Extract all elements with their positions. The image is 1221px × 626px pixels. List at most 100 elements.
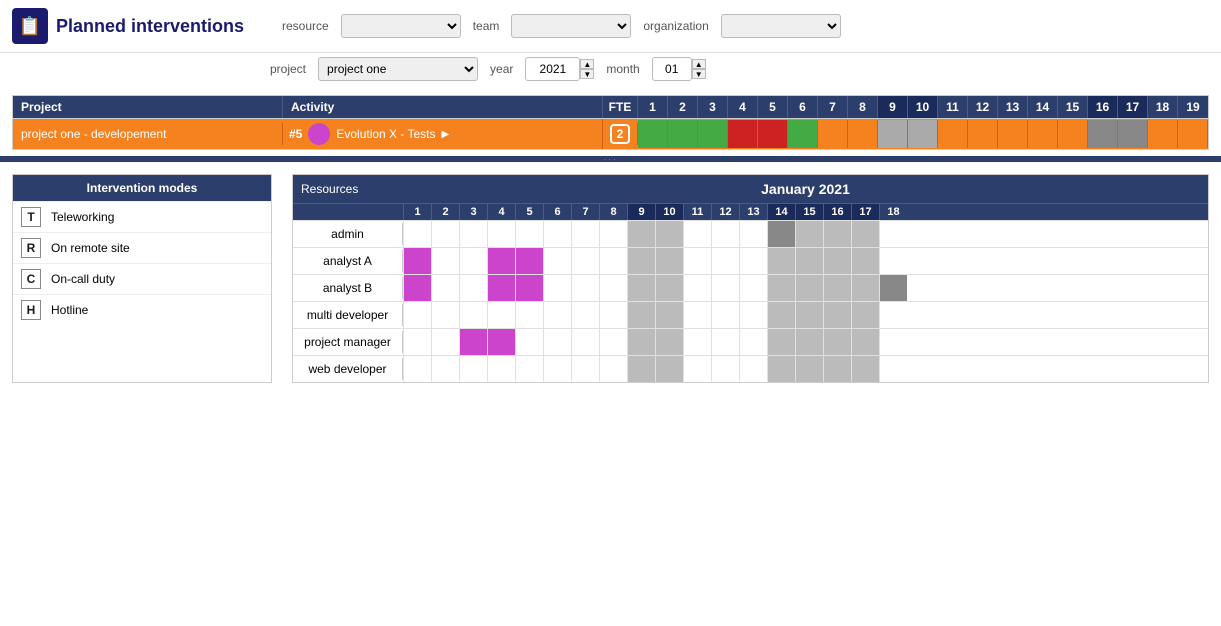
gantt-day-1: 1 bbox=[638, 96, 668, 118]
organization-select[interactable] bbox=[721, 14, 841, 38]
gantt-day-16: 16 bbox=[1088, 96, 1118, 118]
year-input-group: ▲ ▼ bbox=[525, 57, 594, 81]
top-header: 📋 Planned interventions resource team or… bbox=[0, 0, 1221, 53]
res-day-5: 5 bbox=[515, 204, 543, 220]
resources-col-label: Resources bbox=[293, 176, 403, 202]
res-cell-wd-1 bbox=[403, 356, 431, 382]
res-cell-wd-10 bbox=[655, 356, 683, 382]
section-divider[interactable]: ··· bbox=[0, 156, 1221, 162]
resources-days-header: 1 2 3 4 5 6 7 8 9 10 11 12 13 14 15 16 1… bbox=[293, 203, 1208, 220]
res-cell-B-12 bbox=[711, 275, 739, 301]
res-cell-admin-1 bbox=[403, 221, 431, 247]
res-cell-A-9 bbox=[627, 248, 655, 274]
res-cell-md-14 bbox=[767, 302, 795, 328]
res-cell-pm-10 bbox=[655, 329, 683, 355]
res-cell-md-12 bbox=[711, 302, 739, 328]
res-cell-A-16 bbox=[823, 248, 851, 274]
res-cell-B-10 bbox=[655, 275, 683, 301]
resources-month-header: Resources January 2021 bbox=[293, 175, 1208, 203]
res-cell-wd-16 bbox=[823, 356, 851, 382]
resource-select[interactable] bbox=[341, 14, 461, 38]
res-day-3: 3 bbox=[459, 204, 487, 220]
res-day-18: 18 bbox=[879, 204, 907, 220]
res-cell-md-9 bbox=[627, 302, 655, 328]
res-cell-B-1 bbox=[403, 275, 431, 301]
year-up-button[interactable]: ▲ bbox=[580, 59, 594, 69]
res-cell-admin-9 bbox=[627, 221, 655, 247]
res-row-multidev: multi developer bbox=[293, 301, 1208, 328]
res-cell-B-5 bbox=[515, 275, 543, 301]
res-cell-wd-7 bbox=[571, 356, 599, 382]
res-day-1: 1 bbox=[403, 204, 431, 220]
res-cell-admin-15 bbox=[795, 221, 823, 247]
app-title: 📋 Planned interventions bbox=[12, 8, 262, 44]
month-label: month bbox=[606, 62, 639, 76]
res-cell-pm-7 bbox=[571, 329, 599, 355]
gantt-day-8: 8 bbox=[848, 96, 878, 118]
month-input[interactable] bbox=[652, 57, 692, 81]
year-spinner[interactable]: ▲ ▼ bbox=[580, 59, 594, 79]
team-select[interactable] bbox=[511, 14, 631, 38]
divider-icon: ··· bbox=[604, 155, 618, 164]
res-cell-admin-5 bbox=[515, 221, 543, 247]
res-cell-md-3 bbox=[459, 302, 487, 328]
activity-expand-icon[interactable]: ▶ bbox=[442, 129, 450, 140]
filter-row-bottom: project project one year ▲ ▼ month ▲ ▼ bbox=[0, 53, 1221, 89]
bottom-section: Intervention modes T Teleworking R On re… bbox=[0, 166, 1221, 391]
res-day-4: 4 bbox=[487, 204, 515, 220]
gantt-day-cell-7 bbox=[818, 120, 848, 148]
legend-letter-R: R bbox=[21, 238, 41, 258]
res-cell-wd-9 bbox=[627, 356, 655, 382]
legend-label-T: Teleworking bbox=[51, 210, 114, 224]
res-cell-wd-17 bbox=[851, 356, 879, 382]
resource-label: resource bbox=[282, 19, 329, 33]
res-cell-wd-12 bbox=[711, 356, 739, 382]
res-name-webdev: web developer bbox=[293, 358, 403, 380]
res-row-webdev: web developer bbox=[293, 355, 1208, 382]
gantt-day-6: 6 bbox=[788, 96, 818, 118]
res-cell-B-17 bbox=[851, 275, 879, 301]
organization-label: organization bbox=[643, 19, 708, 33]
page-title: Planned interventions bbox=[56, 16, 244, 37]
res-cell-md-16 bbox=[823, 302, 851, 328]
res-day-13: 13 bbox=[739, 204, 767, 220]
gantt-day-cell-11 bbox=[938, 120, 968, 148]
gantt-day-4: 4 bbox=[728, 96, 758, 118]
month-spinner[interactable]: ▲ ▼ bbox=[692, 59, 706, 79]
res-cell-md-2 bbox=[431, 302, 459, 328]
resources-name-sub bbox=[293, 204, 403, 220]
year-input[interactable] bbox=[525, 57, 580, 81]
legend-label-C: On-call duty bbox=[51, 272, 115, 286]
res-day-12: 12 bbox=[711, 204, 739, 220]
res-cell-pm-14 bbox=[767, 329, 795, 355]
res-cell-admin-16 bbox=[823, 221, 851, 247]
res-cell-md-6 bbox=[543, 302, 571, 328]
res-cell-A-10 bbox=[655, 248, 683, 274]
month-down-button[interactable]: ▼ bbox=[692, 69, 706, 79]
res-cell-pm-3 bbox=[459, 329, 487, 355]
gantt-day-9: 9 bbox=[878, 96, 908, 118]
month-up-button[interactable]: ▲ bbox=[692, 59, 706, 69]
res-cell-B-11 bbox=[683, 275, 711, 301]
res-row-analystB: analyst B bbox=[293, 274, 1208, 301]
res-cell-A-17 bbox=[851, 248, 879, 274]
res-cell-A-2 bbox=[431, 248, 459, 274]
res-cell-A-7 bbox=[571, 248, 599, 274]
res-cell-B-14 bbox=[767, 275, 795, 301]
res-cell-admin-18 bbox=[879, 221, 907, 247]
team-label: team bbox=[473, 19, 500, 33]
res-cell-wd-4 bbox=[487, 356, 515, 382]
res-day-6: 6 bbox=[543, 204, 571, 220]
project-select[interactable]: project one bbox=[318, 57, 478, 81]
res-row-admin: admin bbox=[293, 220, 1208, 247]
res-cell-admin-17 bbox=[851, 221, 879, 247]
gantt-project-header: Project bbox=[13, 96, 283, 118]
resources-month-label: January 2021 bbox=[403, 175, 1208, 203]
legend-label-H: Hotline bbox=[51, 303, 88, 317]
year-down-button[interactable]: ▼ bbox=[580, 69, 594, 79]
res-day-15: 15 bbox=[795, 204, 823, 220]
resources-section: Resources January 2021 1 2 3 4 5 6 7 8 9… bbox=[292, 174, 1209, 383]
res-cell-A-6 bbox=[543, 248, 571, 274]
activity-name: Evolution X - Tests bbox=[336, 127, 435, 141]
res-cell-pm-2 bbox=[431, 329, 459, 355]
